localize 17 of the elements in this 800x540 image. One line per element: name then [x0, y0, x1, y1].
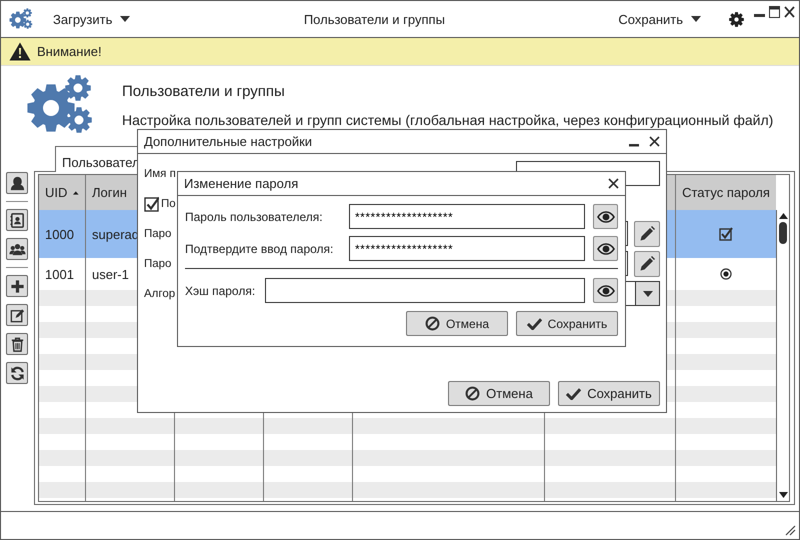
field-label: Хэш пароля: — [185, 284, 256, 298]
warning-text: Внимание! — [37, 44, 102, 59]
table-cell: user-1 — [92, 266, 129, 282]
field-label: Паро — [144, 228, 172, 240]
table-cell: 1001 — [45, 266, 74, 282]
dialog-title: Изменение пароля — [184, 176, 300, 191]
field-label: Паро — [144, 258, 172, 270]
page-subtitle: Настройка пользователей и групп системы (глобальная настройка, через конфигурационный файл) — [122, 112, 774, 128]
field-label: Имя п — [144, 168, 176, 180]
field-label: Алгор — [144, 288, 176, 300]
field-label: Подтвердите ввод пароля: — [185, 242, 334, 256]
window-title: Пользователи и группы — [302, 12, 446, 26]
dialog-title: Дополнительные настройки — [144, 134, 314, 149]
table-cell: 1000 — [45, 226, 74, 242]
page-title: Пользователи и группы — [122, 83, 286, 100]
checkbox-label: По — [161, 198, 176, 210]
field-label: Пароль пользователеля: — [185, 210, 324, 224]
